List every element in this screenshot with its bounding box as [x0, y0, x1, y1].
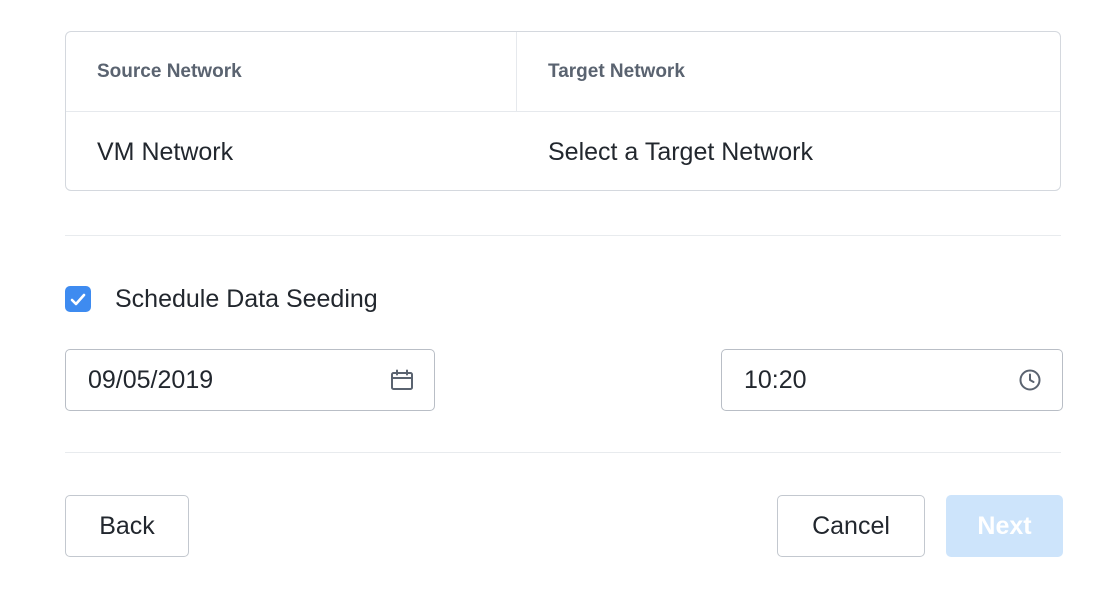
next-button[interactable]: Next — [946, 495, 1063, 557]
schedule-data-seeding-row: Schedule Data Seeding — [65, 284, 378, 314]
schedule-data-seeding-label: Schedule Data Seeding — [115, 284, 378, 313]
calendar-icon[interactable] — [390, 369, 414, 391]
back-button[interactable]: Back — [65, 495, 189, 557]
seeding-time-value: 10:20 — [744, 365, 807, 394]
section-divider — [65, 235, 1061, 236]
footer-divider — [65, 452, 1061, 453]
target-network-header: Target Network — [548, 60, 685, 82]
clock-icon[interactable] — [1018, 368, 1042, 392]
network-mapping-table: Source Network Target Network VM Network… — [65, 31, 1061, 191]
network-table-header: Source Network Target Network — [66, 32, 1060, 112]
source-network-value: VM Network — [97, 137, 234, 166]
schedule-data-seeding-checkbox[interactable] — [65, 286, 91, 312]
table-row: VM Network Select a Target Network — [66, 112, 1060, 190]
seeding-date-input[interactable]: 09/05/2019 — [65, 349, 435, 411]
seeding-date-value: 09/05/2019 — [88, 365, 214, 394]
target-network-select[interactable]: Select a Target Network — [517, 112, 1060, 190]
source-network-header: Source Network — [66, 32, 517, 111]
seeding-time-input[interactable]: 10:20 — [721, 349, 1063, 411]
checkmark-icon — [70, 293, 86, 305]
cancel-button[interactable]: Cancel — [777, 495, 925, 557]
